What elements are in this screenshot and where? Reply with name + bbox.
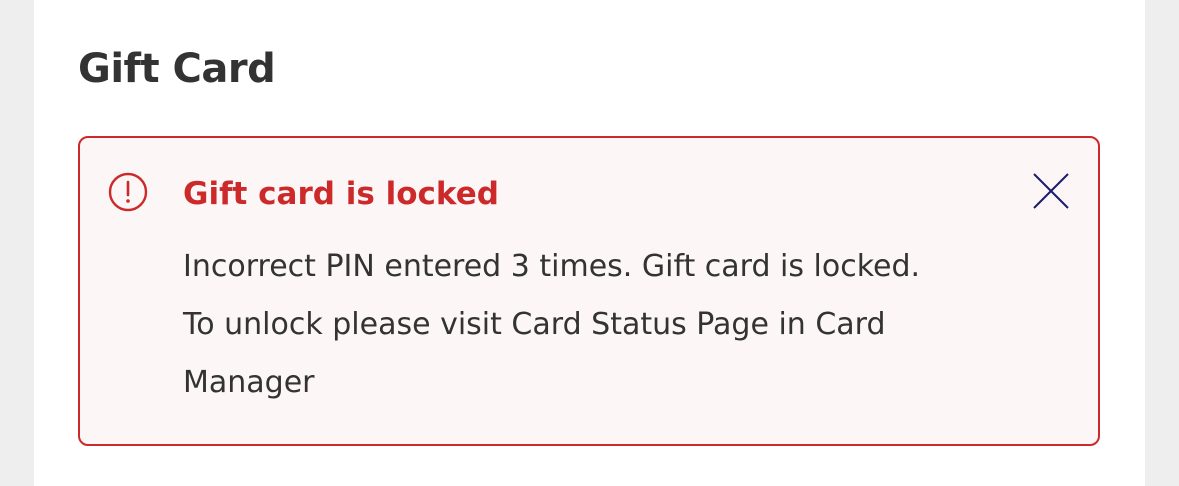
alert-message-line: Manager <box>183 365 315 400</box>
alert-message-line: To unlock please visit Card Status Page … <box>183 307 886 342</box>
close-icon <box>1033 173 1069 209</box>
alert-message: Incorrect PIN entered 3 times. Gift card… <box>183 238 1003 412</box>
alert-circle-icon <box>108 172 148 212</box>
close-alert-button[interactable] <box>1028 168 1074 214</box>
page-title: Gift Card <box>78 46 276 92</box>
error-alert: Gift card is locked Incorrect PIN entere… <box>78 136 1100 446</box>
gift-card-panel: Gift Card Gift card is locked Incorrect … <box>34 0 1145 486</box>
alert-heading: Gift card is locked <box>183 176 499 212</box>
alert-message-line: Incorrect PIN entered 3 times. Gift card… <box>183 249 921 284</box>
